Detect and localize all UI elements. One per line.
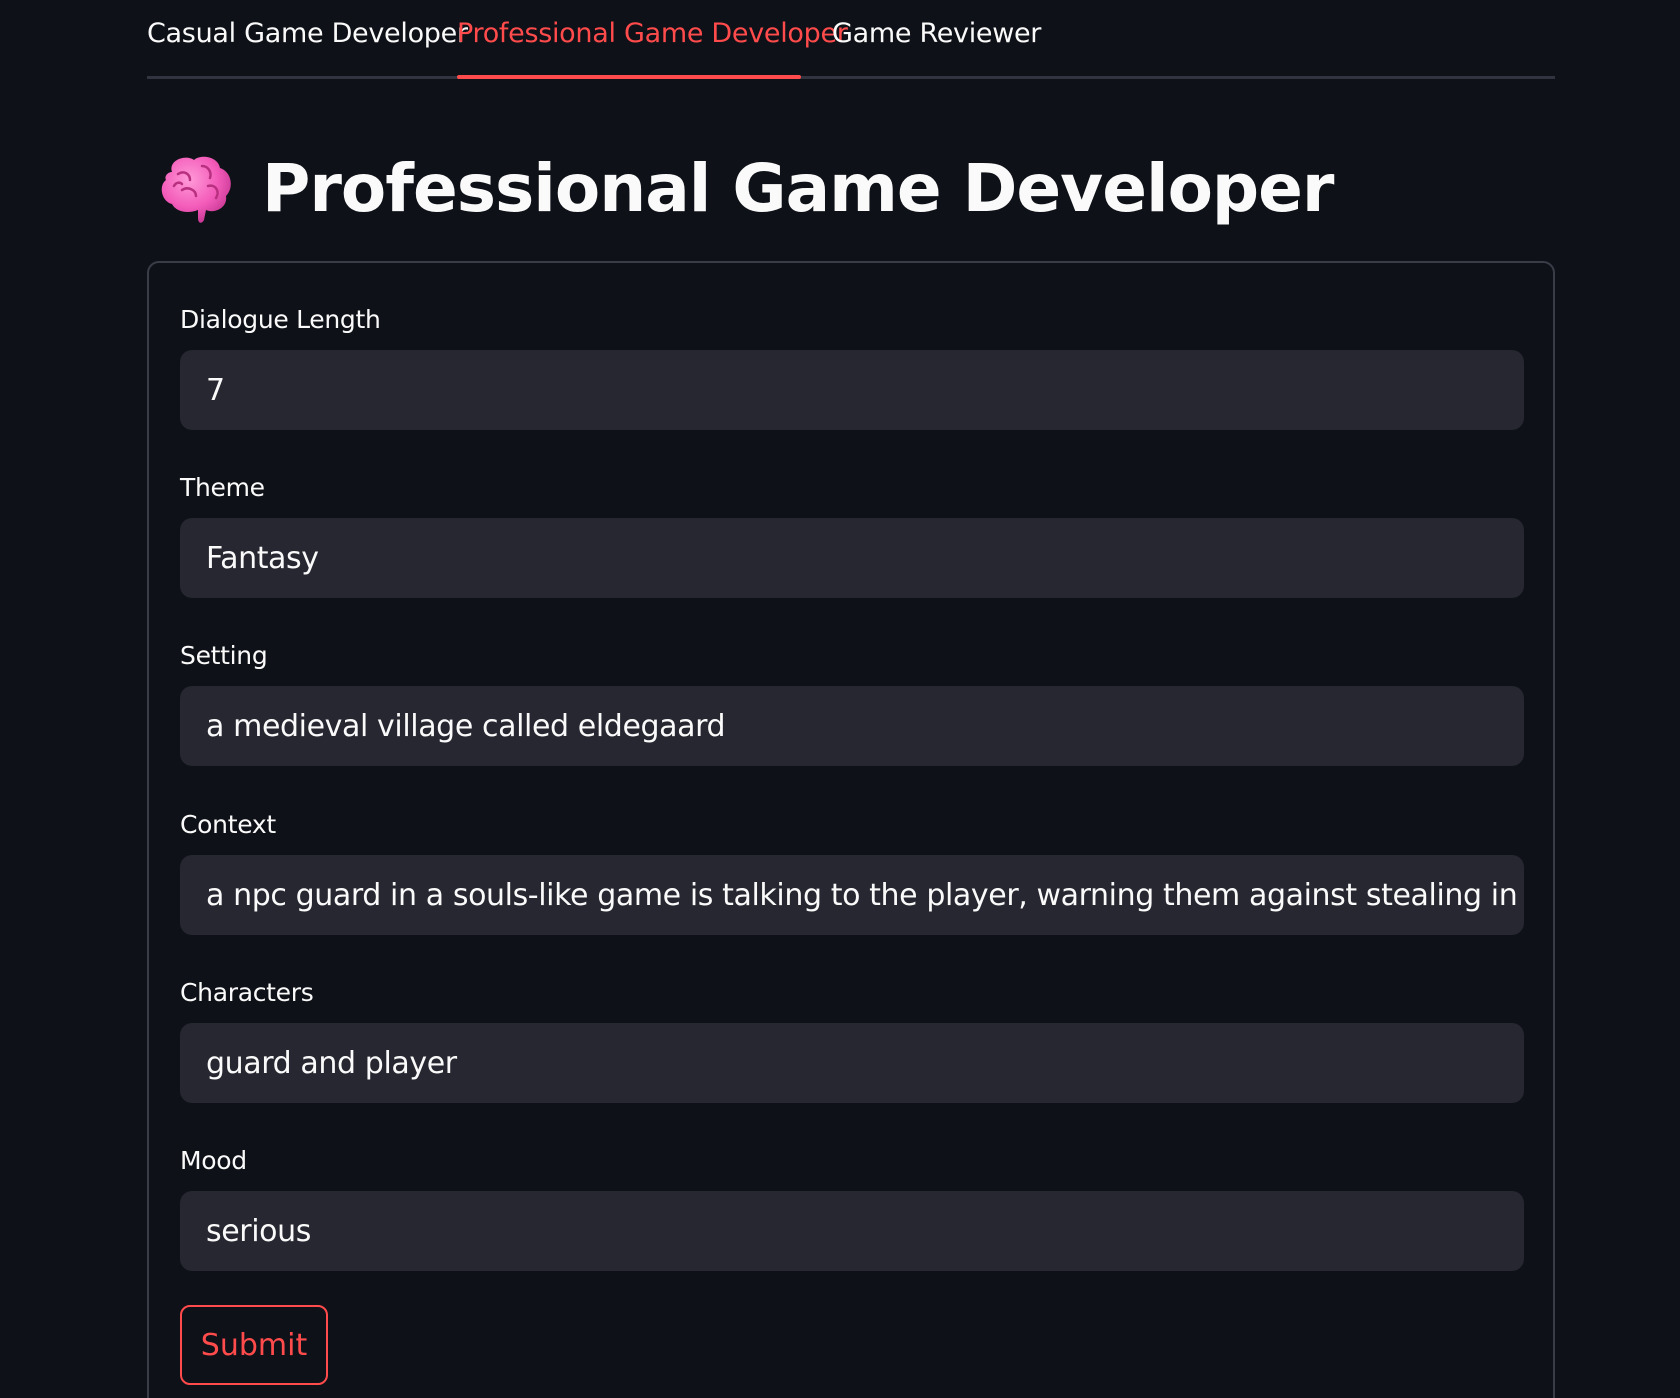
theme-label: Theme bbox=[180, 473, 265, 502]
context-input[interactable]: a npc guard in a souls-like game is talk… bbox=[180, 855, 1524, 935]
theme-input[interactable]: Fantasy bbox=[180, 518, 1524, 598]
tab-bar: Casual Game Developer Professional Game … bbox=[147, 0, 1555, 79]
app-page: Casual Game Developer Professional Game … bbox=[0, 0, 1680, 1398]
dialogue-form: Dialogue Length 7 Theme Fantasy Setting … bbox=[147, 261, 1555, 1398]
context-value: a npc guard in a souls-like game is talk… bbox=[206, 877, 1524, 913]
characters-value: guard and player bbox=[206, 1045, 457, 1081]
setting-input[interactable]: a medieval village called eldegaard bbox=[180, 686, 1524, 766]
page-title: Professional Game Developer bbox=[262, 149, 1334, 227]
mood-value: serious bbox=[206, 1213, 311, 1249]
characters-input[interactable]: guard and player bbox=[180, 1023, 1524, 1103]
mood-input[interactable]: serious bbox=[180, 1191, 1524, 1271]
active-tab-indicator bbox=[457, 75, 801, 79]
tab-professional-game-developer[interactable]: Professional Game Developer bbox=[457, 18, 848, 49]
dialogue-length-input[interactable]: 7 bbox=[180, 350, 1524, 430]
setting-value: a medieval village called eldegaard bbox=[206, 708, 726, 744]
context-label: Context bbox=[180, 810, 276, 839]
mood-label: Mood bbox=[180, 1146, 247, 1175]
characters-label: Characters bbox=[180, 978, 314, 1007]
dialogue-length-label: Dialogue Length bbox=[180, 305, 381, 334]
submit-button[interactable]: Submit bbox=[180, 1305, 328, 1385]
page-header: Professional Game Developer bbox=[158, 148, 1334, 228]
setting-label: Setting bbox=[180, 641, 268, 670]
theme-value: Fantasy bbox=[206, 540, 319, 576]
brain-icon bbox=[161, 156, 231, 223]
tab-casual-game-developer[interactable]: Casual Game Developer bbox=[147, 18, 468, 49]
tab-game-reviewer[interactable]: Game Reviewer bbox=[832, 18, 1041, 49]
dialogue-length-value: 7 bbox=[206, 372, 225, 408]
